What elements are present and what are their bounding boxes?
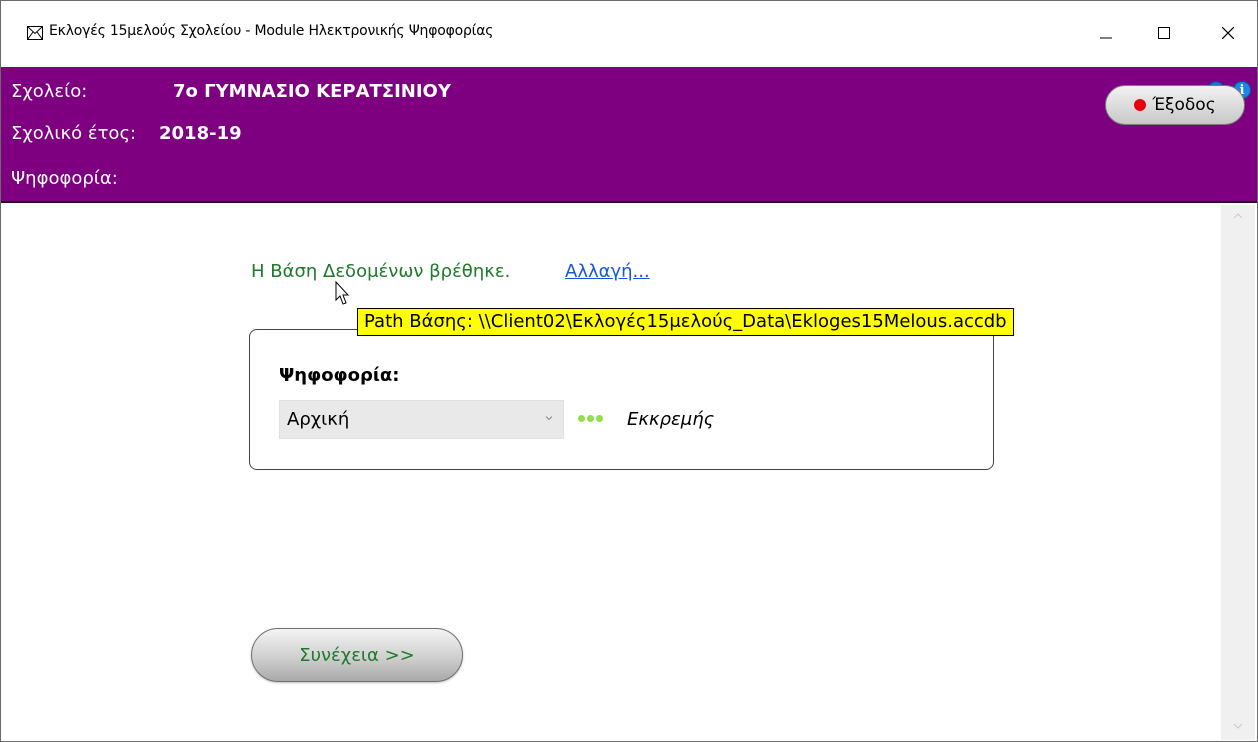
continue-label: Συνέχεια >>: [299, 644, 415, 666]
scroll-up-icon[interactable]: [1233, 213, 1243, 221]
vote-select-value: Αρχική: [287, 409, 350, 430]
window-title: Εκλογές 15μελούς Σχολείου - Module Ηλεκτ…: [49, 23, 494, 39]
vote-select[interactable]: Αρχική: [279, 400, 564, 439]
minimize-button[interactable]: [1083, 15, 1129, 51]
close-icon: [1222, 27, 1234, 39]
school-name: 7ο ΓΥΜΝΑΣΙΟ ΚΕΡΑΤΣΙΝΙΟΥ: [173, 81, 451, 102]
status-indicator-icon: [578, 415, 603, 422]
vote-status-text: Εκκρεμής: [627, 409, 715, 430]
db-path-tooltip: Path Βάσης: \\Client02\Εκλογές15μελούς_D…: [357, 308, 1014, 336]
scroll-down-icon[interactable]: [1233, 723, 1243, 731]
mouse-cursor-icon: [335, 281, 350, 305]
db-status-text: Η Βάση Δεδομένων βρέθηκε.: [251, 261, 511, 282]
change-db-link[interactable]: Αλλαγή...: [565, 261, 650, 282]
exit-label: Έξοδος: [1152, 95, 1216, 115]
chevron-down-icon: [545, 416, 553, 421]
school-label: Σχολείο:: [11, 81, 88, 102]
maximize-button[interactable]: [1141, 15, 1187, 51]
application-window: Εκλογές 15μελούς Σχολείου - Module Ηλεκτ…: [0, 0, 1258, 742]
continue-button[interactable]: Συνέχεια >>: [251, 628, 463, 682]
minimize-icon: [1100, 37, 1112, 39]
title-bar[interactable]: Εκλογές 15μελούς Σχολείου - Module Ηλεκτ…: [1, 1, 1257, 67]
year-value: 2018-19: [159, 123, 242, 144]
vote-header-label: Ψηφοφορία:: [11, 168, 118, 189]
maximize-icon: [1158, 27, 1170, 39]
vote-section-label: Ψηφοφορία:: [279, 365, 400, 386]
school-header: Σχολείο: 7ο ΓΥΜΝΑΣΙΟ ΚΕΡΑΤΣΙΝΙΟΥ Σχολικό…: [1, 67, 1257, 203]
envelope-icon: [27, 26, 43, 40]
year-label: Σχολικό έτος:: [11, 123, 137, 144]
vertical-scrollbar[interactable]: [1221, 205, 1255, 740]
close-button[interactable]: [1205, 15, 1251, 51]
exit-button[interactable]: Έξοδος: [1105, 85, 1245, 125]
record-dot-icon: [1134, 99, 1147, 111]
